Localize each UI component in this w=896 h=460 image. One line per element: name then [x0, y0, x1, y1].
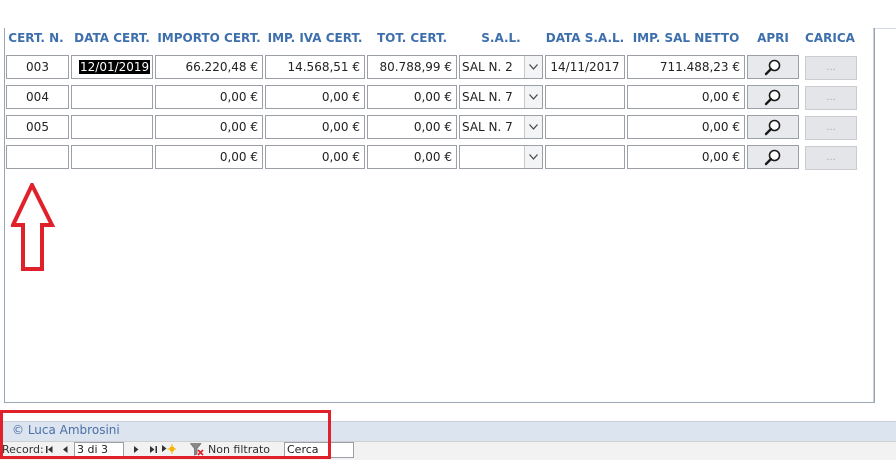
tot-cert-field[interactable]: 0,00 €: [367, 85, 457, 109]
tot-cert-field[interactable]: 0,00 €: [367, 145, 457, 169]
tot-cert-field[interactable]: 0,00 €: [367, 115, 457, 139]
magnifier-icon: [764, 89, 781, 106]
sal-combo-value: SAL N. 2: [462, 60, 513, 74]
importo-cert-field[interactable]: 66.220,48 €: [155, 55, 263, 79]
form-right-frame: [873, 28, 896, 402]
header-imp-sal-netto: IMP. SAL NETTO: [632, 31, 740, 45]
cert-date-field[interactable]: 12/01/2019: [71, 55, 153, 79]
load-button[interactable]: ...: [805, 56, 857, 80]
tot-cert-field[interactable]: 80.788,99 €: [367, 55, 457, 79]
chevron-down-icon[interactable]: [524, 146, 542, 168]
importo-cert-field[interactable]: 0,00 €: [155, 85, 263, 109]
cert-date-field[interactable]: [71, 115, 153, 139]
magnifier-icon: [764, 119, 781, 136]
open-button[interactable]: [747, 85, 799, 109]
magnifier-icon: [764, 59, 781, 76]
header-apri: APRI: [757, 31, 789, 45]
imp-iva-cert-field[interactable]: 14.568,51 €: [265, 55, 365, 79]
cert-number-field[interactable]: 003: [6, 55, 69, 79]
sal-combo[interactable]: SAL N. 7: [459, 115, 543, 139]
imp-sal-netto-field[interactable]: 0,00 €: [627, 115, 745, 139]
red-annotation-box: [0, 410, 331, 459]
load-button[interactable]: ...: [805, 146, 857, 170]
sal-date-field[interactable]: [545, 145, 625, 169]
open-button[interactable]: [747, 115, 799, 139]
imp-iva-cert-field[interactable]: 0,00 €: [265, 145, 365, 169]
header-importo-cert: IMPORTO CERT.: [157, 31, 261, 45]
header-cert-n: CERT. N.: [8, 31, 64, 45]
sal-combo-value: SAL N. 7: [462, 90, 513, 104]
chevron-down-icon[interactable]: [524, 86, 542, 108]
load-button[interactable]: ...: [805, 116, 857, 140]
header-carica: CARICA: [805, 31, 855, 45]
header-imp-iva-cert: IMP. IVA CERT.: [267, 31, 363, 45]
cert-date-field[interactable]: [71, 145, 153, 169]
red-up-arrow-annotation: [11, 183, 55, 271]
sal-combo[interactable]: [459, 145, 543, 169]
header-data-sal: DATA S.A.L.: [545, 31, 625, 45]
chevron-down-icon[interactable]: [524, 56, 542, 78]
cert-date-field[interactable]: [71, 85, 153, 109]
sal-date-field[interactable]: [545, 115, 625, 139]
header-sal: S.A.L.: [481, 31, 521, 45]
sal-date-field[interactable]: [545, 85, 625, 109]
sal-combo-value: SAL N. 7: [462, 120, 513, 134]
cert-number-field[interactable]: [6, 145, 69, 169]
open-button[interactable]: [747, 145, 799, 169]
load-button[interactable]: ...: [805, 86, 857, 110]
sal-combo[interactable]: SAL N. 2: [459, 55, 543, 79]
header-data-cert: DATA CERT.: [74, 31, 150, 45]
magnifier-icon: [764, 149, 781, 166]
chevron-down-icon[interactable]: [524, 116, 542, 138]
importo-cert-field[interactable]: 0,00 €: [155, 115, 263, 139]
cert-date-selected-text: 12/01/2019: [79, 60, 151, 74]
cert-number-field[interactable]: 004: [6, 85, 69, 109]
imp-sal-netto-field[interactable]: 0,00 €: [627, 145, 745, 169]
sal-combo[interactable]: SAL N. 7: [459, 85, 543, 109]
importo-cert-field[interactable]: 0,00 €: [155, 145, 263, 169]
imp-iva-cert-field[interactable]: 0,00 €: [265, 115, 365, 139]
open-button[interactable]: [747, 55, 799, 79]
imp-sal-netto-field[interactable]: 0,00 €: [627, 85, 745, 109]
sal-date-field[interactable]: 14/11/2017: [545, 55, 625, 79]
imp-sal-netto-field[interactable]: 711.488,23 €: [627, 55, 745, 79]
imp-iva-cert-field[interactable]: 0,00 €: [265, 85, 365, 109]
header-tot-cert: TOT. CERT.: [376, 31, 448, 45]
cert-number-field[interactable]: 005: [6, 115, 69, 139]
